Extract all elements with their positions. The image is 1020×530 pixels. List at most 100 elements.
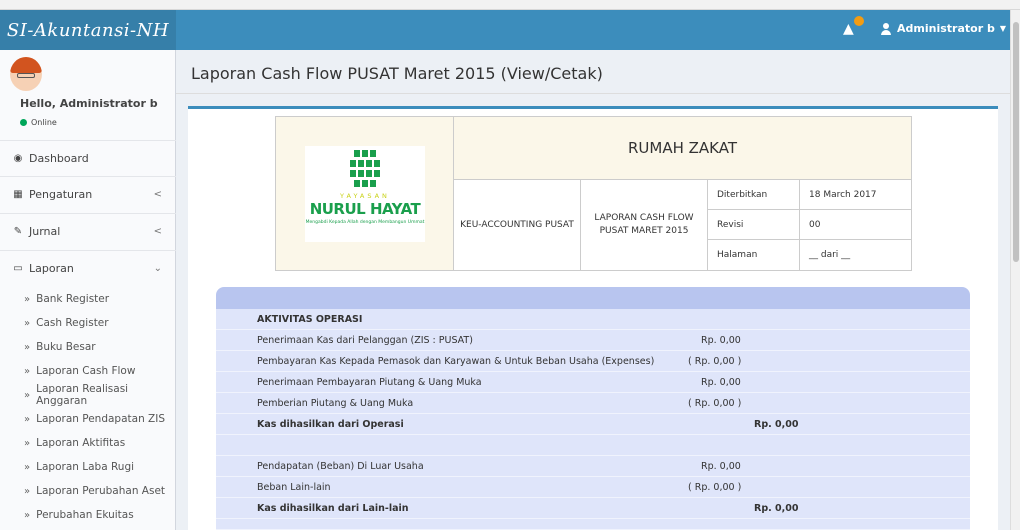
notification-badge xyxy=(854,16,864,26)
report-title: LAPORAN CASH FLOW PUSAT MARET 2015 xyxy=(581,180,708,270)
user-menu[interactable]: Administrator b ▼ xyxy=(880,22,1006,35)
content-header: Laporan Cash Flow PUSAT Maret 2015 (View… xyxy=(176,50,1010,94)
sidebar-subitem-label: Laporan Pendapatan ZIS xyxy=(36,413,166,425)
department-name: KEU-ACCOUNTING PUSAT xyxy=(454,180,581,270)
sidebar: Hello, Administrator b Online ◉ Dashboar… xyxy=(0,50,176,530)
report-row: Beban Lain-lain ( Rp. 0,00 ) xyxy=(216,477,970,498)
double-chevron-icon: » xyxy=(24,341,31,353)
caret-down-icon: ▼ xyxy=(999,24,1006,33)
report-row-label: Kas dihasilkan dari Lain-lain xyxy=(257,503,409,514)
sidebar-item-label: Dashboard xyxy=(29,152,89,165)
sidebar-subitem-label: Laporan Perubahan Aset xyxy=(36,485,166,497)
report-row-amount: Rp. 0,00 xyxy=(701,461,741,472)
sidebar-subitem-label: Perubahan Ekuitas xyxy=(36,509,134,521)
report-row: Pemberian Piutang & Uang Muka ( Rp. 0,00… xyxy=(216,393,970,414)
logo-tagline: Mengabdi Kepada Allah dengan Membangun U… xyxy=(305,220,425,225)
meta-row-revisi: Revisi 00 xyxy=(708,210,911,240)
sidebar-subitem-perubahan-ekuitas[interactable]: » Perubahan Ekuitas xyxy=(0,504,176,526)
meta-row-diterbitkan: Diterbitkan 18 March 2017 xyxy=(708,180,911,210)
meta-label: Diterbitkan xyxy=(708,180,800,210)
meta-value: __ dari __ xyxy=(809,250,851,260)
top-navbar: ▲ Administrator b ▼ xyxy=(176,10,1010,50)
chevron-left-icon: < xyxy=(153,226,162,237)
report-row-amount: ( Rp. 0,00 ) xyxy=(688,398,742,409)
double-chevron-icon: » xyxy=(24,317,31,329)
meta-value: 18 March 2017 xyxy=(809,190,877,200)
user-icon xyxy=(880,22,892,35)
logo-cell: YAYASAN NURUL HAYAT Mengabdi Kepada Alla… xyxy=(276,117,454,270)
report-row-amount: Rp. 0,00 xyxy=(701,335,741,346)
sidebar-subitem-label: Laporan Laba Rugi xyxy=(36,461,135,473)
logo-name: NURUL HAYAT xyxy=(309,200,421,218)
sidebar-subitem-buku-besar[interactable]: » Buku Besar xyxy=(0,336,176,358)
sidebar-subitem-laba-rugi[interactable]: » Laporan Laba Rugi xyxy=(0,456,176,478)
sidebar-item-dashboard[interactable]: ◉ Dashboard xyxy=(0,140,176,176)
avatar xyxy=(10,57,42,91)
report-row-label: Beban Lain-lain xyxy=(257,482,331,493)
meta-row-halaman: Halaman __ dari __ xyxy=(708,240,911,270)
sidebar-item-label: Pengaturan xyxy=(29,188,93,201)
meta-label: Halaman xyxy=(708,240,800,270)
sidebar-item-laporan[interactable]: ▭ Laporan ⌄ xyxy=(0,250,176,286)
app-brand[interactable]: SI-Akuntansi-NH xyxy=(0,10,176,50)
double-chevron-icon: » xyxy=(24,389,31,401)
meta-label: Revisi xyxy=(708,210,800,240)
online-dot-icon xyxy=(20,119,27,126)
sidebar-subitem-label: Bank Register xyxy=(36,293,110,305)
double-chevron-icon: » xyxy=(24,437,31,449)
sidebar-item-jurnal[interactable]: ✎ Jurnal < xyxy=(0,213,176,249)
page-scrollbar[interactable] xyxy=(1010,10,1020,530)
online-status: Online xyxy=(20,118,57,127)
edit-icon: ✎ xyxy=(13,226,23,237)
sidebar-subitem-bank-register[interactable]: » Bank Register xyxy=(0,288,176,310)
sidebar-subitem-label: Buku Besar xyxy=(36,341,96,353)
dashboard-icon: ◉ xyxy=(13,153,23,164)
sidebar-subitem-pendapatan-zis[interactable]: » Laporan Pendapatan ZIS xyxy=(0,408,176,430)
chevron-down-icon: ⌄ xyxy=(153,263,162,274)
double-chevron-icon: » xyxy=(24,461,31,473)
sidebar-subitem-laporan-cash-flow[interactable]: » Laporan Cash Flow xyxy=(0,360,176,382)
company-name: RUMAH ZAKAT xyxy=(454,117,911,180)
report-row: Pendapatan (Beban) Di Luar Usaha Rp. 0,0… xyxy=(216,456,970,477)
double-chevron-icon: » xyxy=(24,509,31,521)
nurul-hayat-logo: YAYASAN NURUL HAYAT Mengabdi Kepada Alla… xyxy=(305,146,425,242)
browser-top-strip xyxy=(0,0,1020,10)
logo-top-text: YAYASAN xyxy=(340,192,390,200)
report-row: Penerimaan Pembayaran Piutang & Uang Muk… xyxy=(216,372,970,393)
report-row-total: Kas dihasilkan dari Operasi Rp. 0,00 xyxy=(216,414,970,435)
report-row-amount: Rp. 0,00 xyxy=(701,377,741,388)
sidebar-subitem-label: Laporan Cash Flow xyxy=(36,365,136,377)
report-row-amount: ( Rp. 0,00 ) xyxy=(688,482,742,493)
double-chevron-icon: » xyxy=(24,365,31,377)
report-row-label: Penerimaan Kas dari Pelanggan (ZIS : PUS… xyxy=(257,335,473,346)
report-row-label: Pendapatan (Beban) Di Luar Usaha xyxy=(257,461,424,472)
sidebar-item-label: Jurnal xyxy=(29,225,61,238)
warning-icon[interactable]: ▲ xyxy=(843,21,854,37)
double-chevron-icon: » xyxy=(24,485,31,497)
report-row-total: Kas dihasilkan dari Lain-lain Rp. 0,00 xyxy=(216,498,970,519)
report-row-label: Pemberian Piutang & Uang Muka xyxy=(257,398,414,409)
sidebar-subitem-label: Cash Register xyxy=(36,317,109,329)
report-row-amount: ( Rp. 0,00 ) xyxy=(688,356,742,367)
sidebar-subitem-perubahan-aset[interactable]: » Laporan Perubahan Aset xyxy=(0,480,176,502)
sidebar-item-pengaturan[interactable]: ▦ Pengaturan < xyxy=(0,176,176,212)
user-greeting: Hello, Administrator b xyxy=(20,97,158,110)
online-status-label: Online xyxy=(31,118,57,127)
double-chevron-icon: » xyxy=(24,293,31,305)
page-title: Laporan Cash Flow PUSAT Maret 2015 (View… xyxy=(191,64,603,83)
report-row-label: AKTIVITAS OPERASI xyxy=(257,314,363,325)
sidebar-subitem-aktifitas[interactable]: » Laporan Aktifitas xyxy=(0,432,176,454)
sidebar-subitem-realisasi-anggaran[interactable]: » Laporan Realisasi Anggaran xyxy=(0,383,176,407)
sidebar-subitem-cash-register[interactable]: » Cash Register xyxy=(0,312,176,334)
chevron-left-icon: < xyxy=(153,189,162,200)
scrollbar-thumb[interactable] xyxy=(1013,22,1019,262)
report-row: AKTIVITAS OPERASI xyxy=(216,309,970,330)
laptop-icon: ▭ xyxy=(13,263,23,274)
report-row: Pembayaran Kas Kepada Pemasok dan Karyaw… xyxy=(216,351,970,372)
report-row-label: Kas dihasilkan dari Operasi xyxy=(257,419,404,430)
meta-value: 00 xyxy=(809,220,821,230)
grid-icon: ▦ xyxy=(13,189,23,200)
sidebar-subitem-label: Laporan Realisasi Anggaran xyxy=(36,383,129,407)
report-row-label: Pembayaran Kas Kepada Pemasok dan Karyaw… xyxy=(257,356,655,367)
report-row-amount: Rp. 0,00 xyxy=(754,503,799,514)
